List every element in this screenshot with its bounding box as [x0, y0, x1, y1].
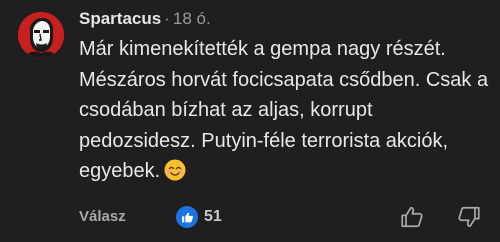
- comment-header: Spartacus · 18 ó.: [79, 9, 211, 29]
- comment-text: Már kimenekítették a gempa nagy részét. …: [79, 38, 489, 182]
- comment-actions: Válasz 51: [79, 204, 489, 230]
- comment: Spartacus · 18 ó. Már kimenekítették a gem…: [0, 0, 500, 242]
- reply-button[interactable]: Válasz: [79, 208, 126, 225]
- thumbs-down-icon[interactable]: [456, 204, 482, 230]
- avatar[interactable]: [18, 12, 64, 58]
- like-count: 51: [204, 208, 222, 225]
- thumbs-up-icon[interactable]: [399, 204, 425, 230]
- smiling-face-emoji-icon: [164, 159, 186, 181]
- author-name[interactable]: Spartacus: [79, 9, 161, 28]
- timestamp[interactable]: 18 ó.: [173, 9, 211, 28]
- separator: ·: [164, 9, 170, 28]
- comment-body: Már kimenekítették a gempa nagy részét. …: [79, 34, 489, 187]
- avatar-portrait-icon: [18, 12, 64, 58]
- like-reaction-summary[interactable]: 51: [176, 204, 222, 230]
- like-badge-icon: [176, 206, 198, 228]
